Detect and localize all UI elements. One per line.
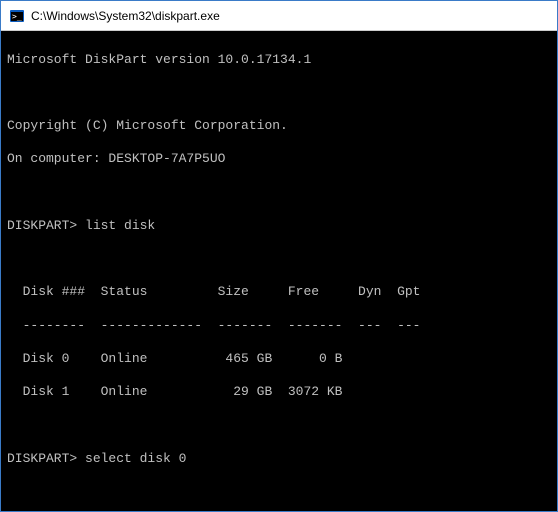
- prompt-line: DISKPART> list disk: [7, 218, 551, 235]
- table-row: Disk 1 Online 29 GB 3072 KB: [7, 384, 551, 401]
- app-icon: >_: [9, 8, 25, 24]
- terminal-output[interactable]: Microsoft DiskPart version 10.0.17134.1 …: [1, 31, 557, 511]
- titlebar[interactable]: >_ C:\Windows\System32\diskpart.exe: [1, 1, 557, 31]
- prompt-line: DISKPART> select disk 0: [7, 451, 551, 468]
- svg-text:>_: >_: [12, 12, 22, 21]
- terminal-line: Microsoft DiskPart version 10.0.17134.1: [7, 52, 551, 69]
- window-title: C:\Windows\System32\diskpart.exe: [31, 9, 220, 23]
- table-header: Disk ### Status Size Free Dyn Gpt: [7, 284, 551, 301]
- console-window: >_ C:\Windows\System32\diskpart.exe Micr…: [0, 0, 558, 512]
- terminal-line: On computer: DESKTOP-7A7P5UO: [7, 151, 551, 168]
- terminal-line: Copyright (C) Microsoft Corporation.: [7, 118, 551, 135]
- table-sep: -------- ------------- ------- ------- -…: [7, 318, 551, 335]
- table-row: Disk 0 Online 465 GB 0 B: [7, 351, 551, 368]
